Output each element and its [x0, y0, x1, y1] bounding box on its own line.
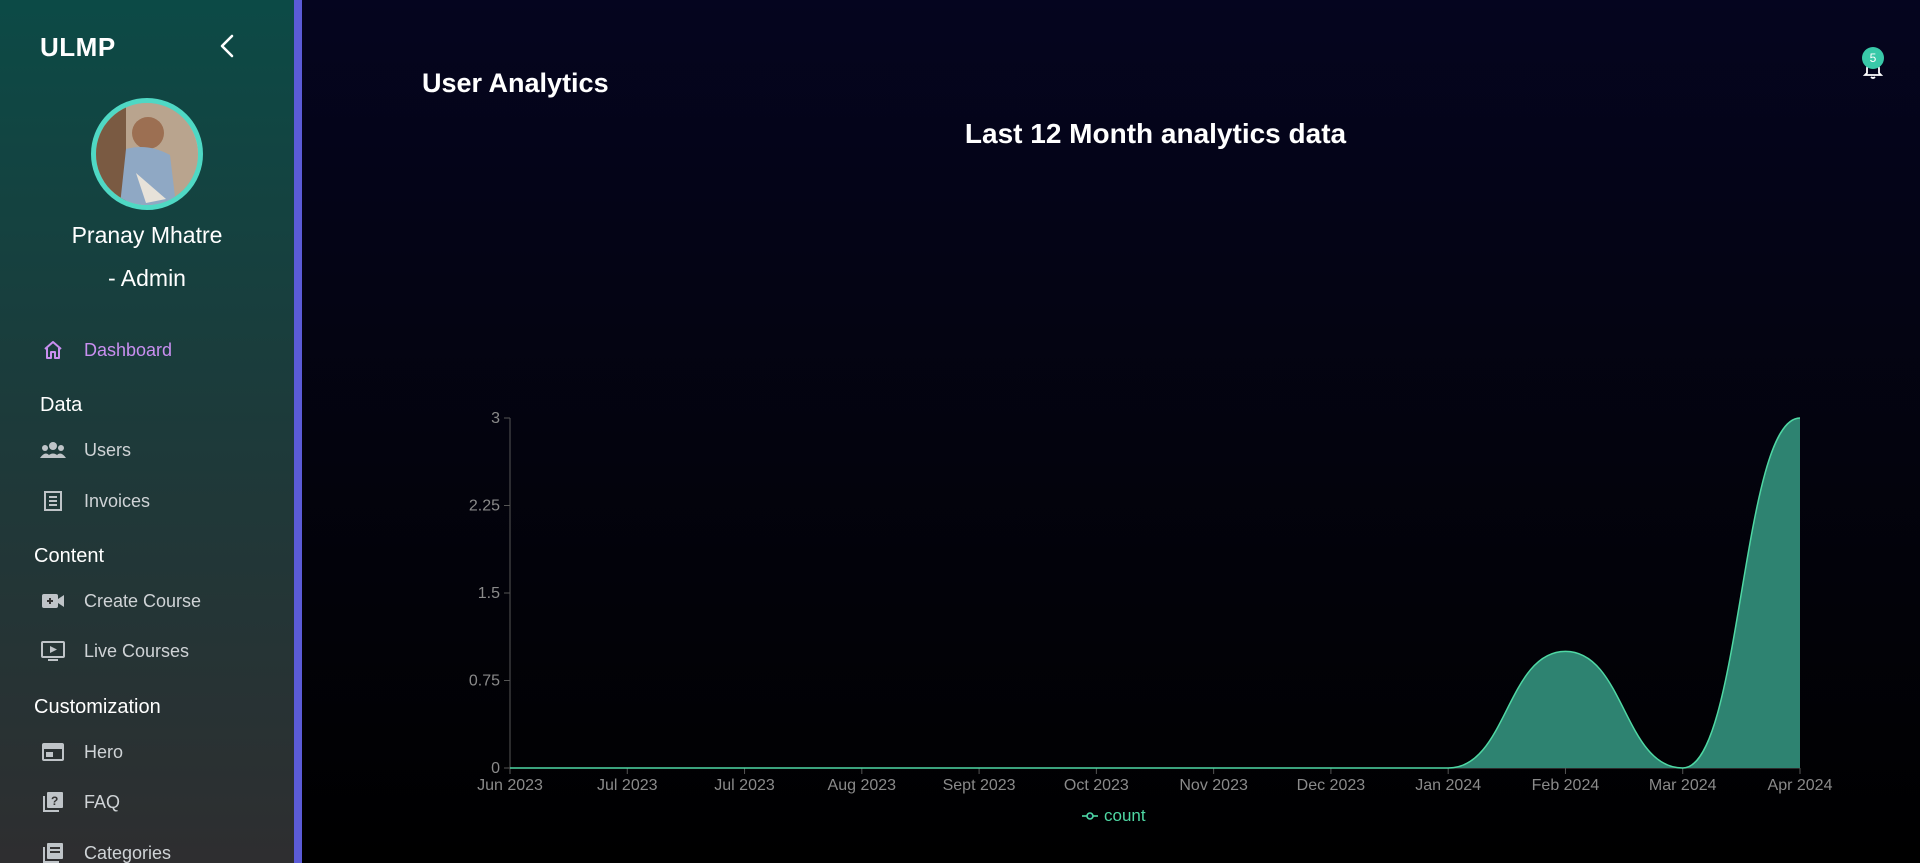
x-tick-label: Nov 2023	[1179, 777, 1248, 794]
chart-title: Last 12 Month analytics data	[964, 118, 1347, 149]
sidebar-item-label: Live Courses	[84, 640, 190, 661]
sidebar-item-label: FAQ	[84, 791, 121, 812]
sidebar-item-faq[interactable]: ? FAQ	[38, 786, 120, 818]
legend-label: count	[1104, 806, 1146, 825]
sidebar-item-dashboard[interactable]: Dashboard	[38, 334, 172, 366]
section-title-customization: Customization	[34, 696, 161, 718]
user-role: - Admin	[108, 265, 186, 291]
sidebar-item-users[interactable]: Users	[38, 434, 131, 466]
app-root: ULMP Pranay Mhatre - Admin Dashboard Dat…	[0, 0, 1920, 863]
article-icon	[38, 838, 68, 863]
video-call-icon	[38, 586, 68, 616]
x-tick-label: Mar 2024	[1649, 777, 1717, 794]
sidebar-item-label: Dashboard	[84, 339, 173, 360]
y-tick-label: 1.5	[478, 585, 500, 602]
y-tick-label: 2.25	[469, 498, 500, 515]
x-tick-label: Jul 2023	[597, 777, 658, 794]
sidebar-item-label: Users	[84, 439, 132, 460]
x-tick-label: Jun 2023	[477, 777, 543, 794]
y-tick-label: 3	[491, 410, 500, 427]
section-title-content: Content	[34, 545, 105, 567]
sidebar-item-label: Invoices	[84, 490, 151, 511]
sidebar-divider	[294, 0, 302, 863]
x-tick-label: Aug 2023	[828, 777, 897, 794]
x-tick-label: Apr 2024	[1768, 777, 1833, 794]
collapse-sidebar-button[interactable]	[214, 32, 242, 60]
x-tick-label: Sept 2023	[943, 777, 1016, 794]
y-tick-label: 0	[491, 760, 500, 777]
avatar	[91, 98, 203, 210]
x-tick-label: Oct 2023	[1064, 777, 1129, 794]
x-tick-label: Jul 2023	[714, 777, 775, 794]
analytics-area-chart: 0 0.75 1.5 2.25 3 Jun 2023 Jul 2023 Jul 2023 Aug…	[469, 410, 1833, 794]
profile-photo-icon	[96, 103, 198, 205]
notification-badge: 5	[1862, 47, 1884, 69]
brand-logo: ULMP	[40, 32, 116, 62]
play-screen-icon	[38, 636, 68, 666]
section-title-data: Data	[40, 394, 83, 416]
sidebar-item-label: Categories	[84, 842, 172, 863]
series-area-count	[510, 418, 1800, 768]
sidebar-item-create-course[interactable]: Create Course	[38, 585, 201, 617]
sidebar-item-categories[interactable]: Categories	[38, 837, 171, 863]
y-tick-label: 0.75	[469, 673, 500, 690]
sidebar-item-label: Hero	[84, 741, 124, 762]
svg-text:?: ?	[51, 794, 58, 808]
chevron-left-icon	[220, 34, 234, 58]
chart-legend: count	[1082, 806, 1146, 826]
sidebar: ULMP Pranay Mhatre - Admin Dashboard Dat…	[0, 0, 294, 863]
sidebar-item-label: Create Course	[84, 590, 202, 611]
quiz-icon: ?	[38, 787, 68, 817]
sidebar-item-hero[interactable]: Hero	[38, 736, 123, 768]
user-name: Pranay Mhatre	[71, 222, 223, 248]
main-content: User Analytics 5 Last 12 Month analytics…	[302, 0, 1920, 863]
legend-line-icon	[1082, 812, 1098, 820]
sidebar-item-invoices[interactable]: Invoices	[38, 485, 150, 517]
receipt-icon	[38, 486, 68, 516]
home-icon	[38, 335, 68, 365]
sidebar-item-live-courses[interactable]: Live Courses	[38, 635, 189, 667]
x-tick-label: Feb 2024	[1532, 777, 1600, 794]
x-tick-label: Jan 2024	[1415, 777, 1481, 794]
page-title: User Analytics	[422, 68, 609, 98]
web-icon	[38, 737, 68, 767]
group-icon	[38, 435, 68, 465]
x-tick-label: Dec 2023	[1297, 777, 1366, 794]
